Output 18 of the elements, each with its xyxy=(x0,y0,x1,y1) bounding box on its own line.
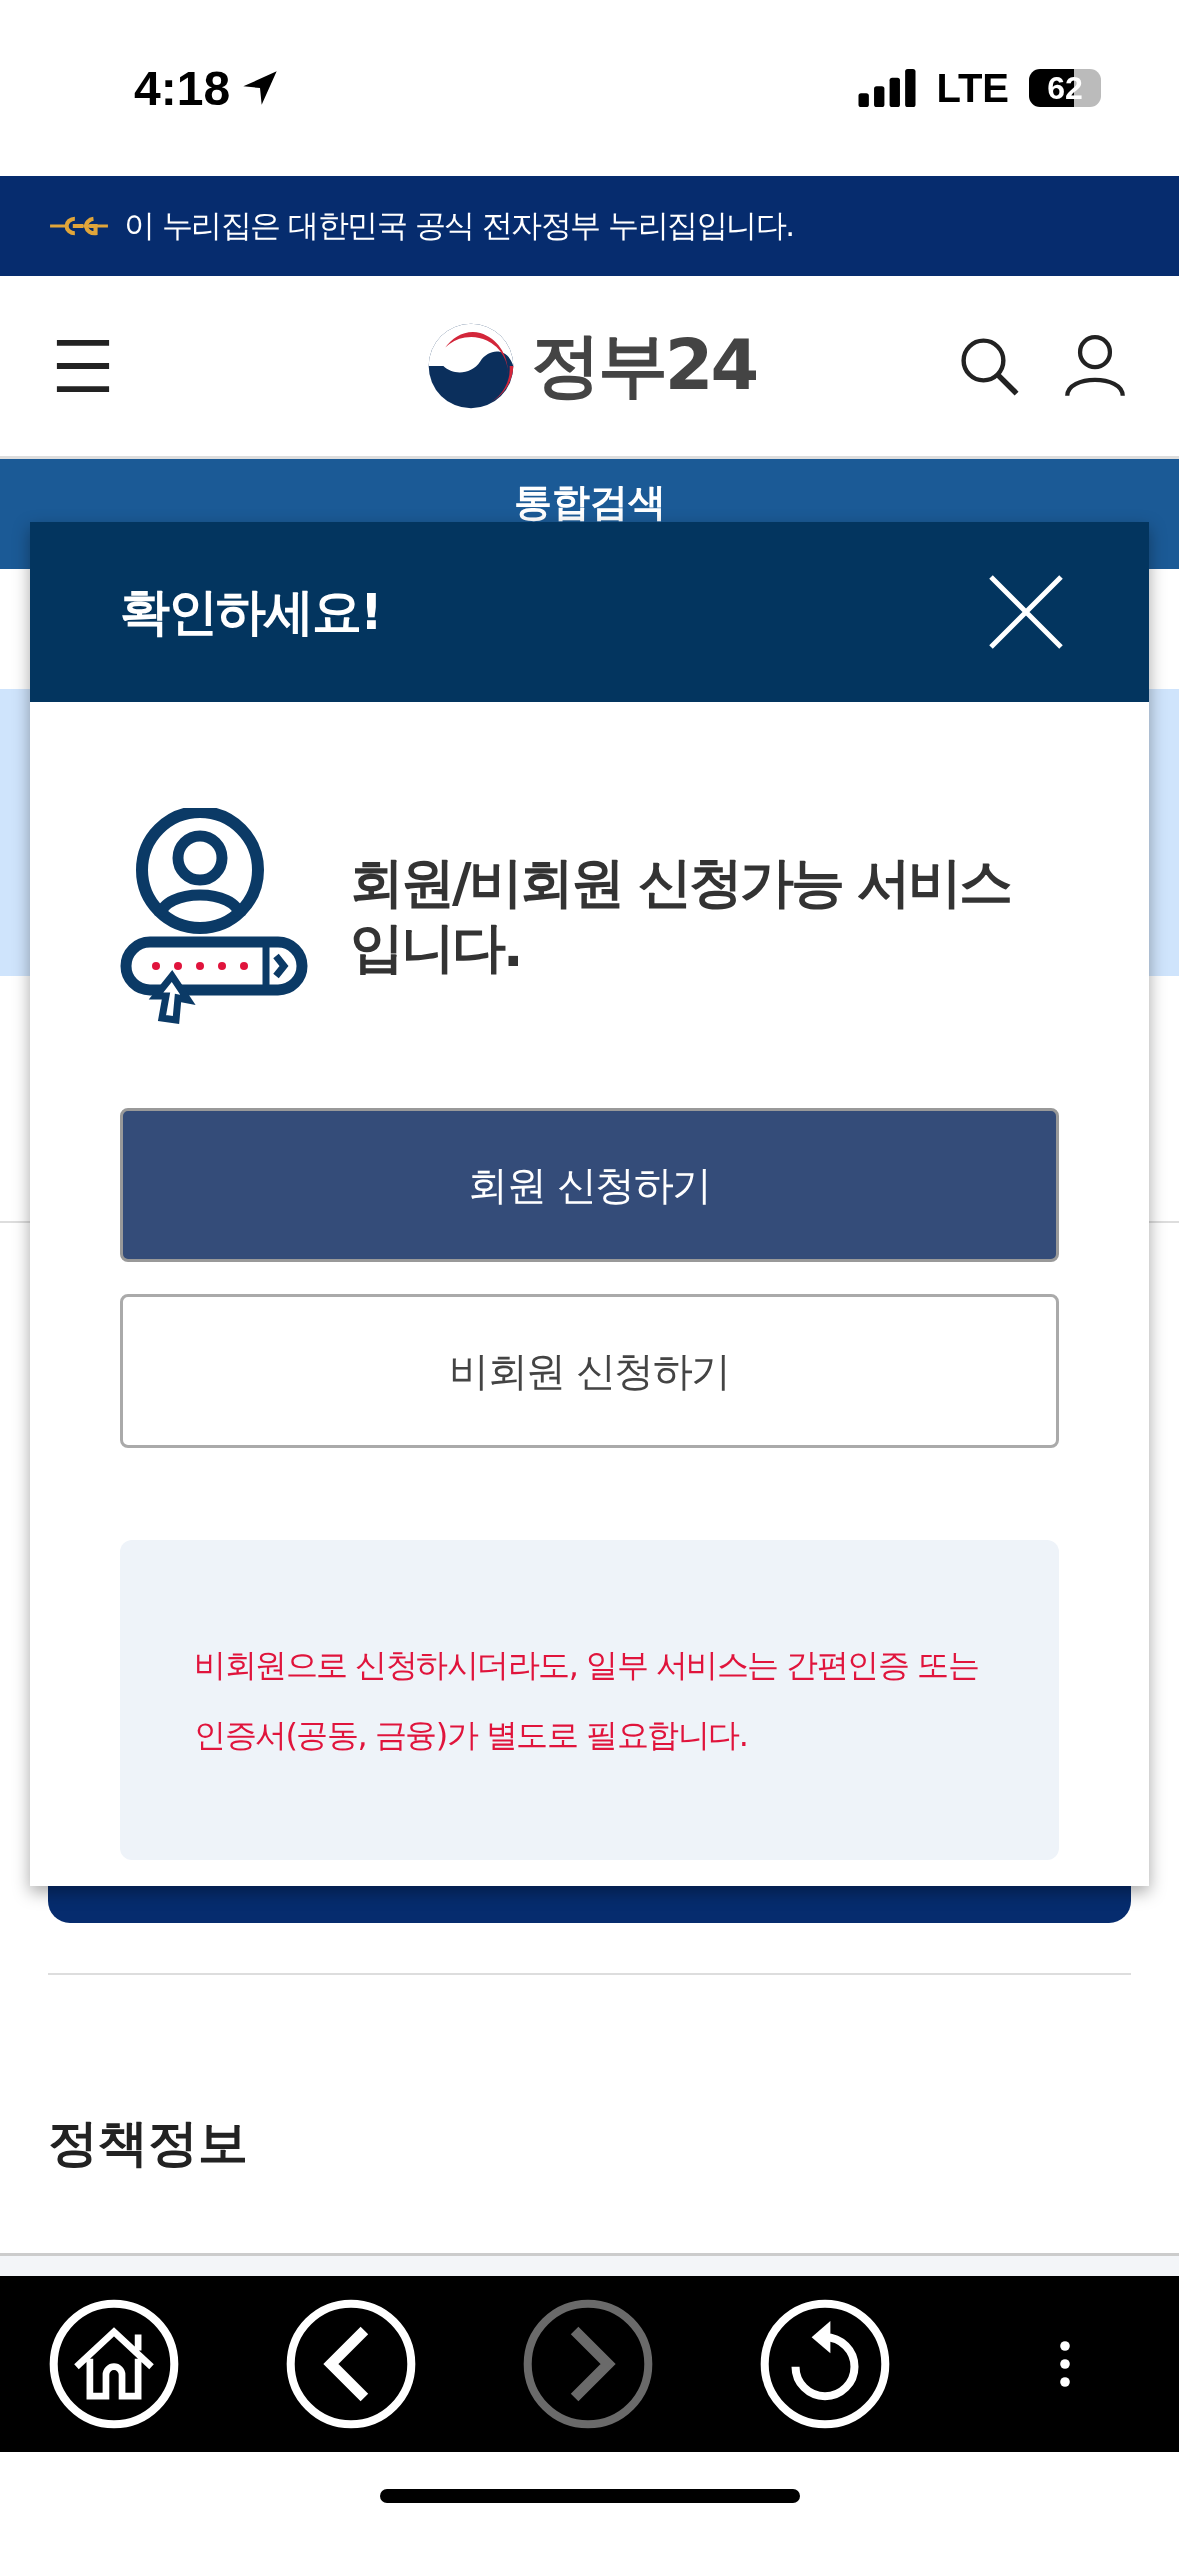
network-label: LTE xyxy=(936,65,1009,111)
logo[interactable]: 정부24 xyxy=(424,319,757,413)
user-login-icon xyxy=(120,808,310,1024)
back-icon[interactable] xyxy=(284,2297,418,2431)
dialog-title: 확인하세요! xyxy=(120,581,381,643)
dialog-message: 회원/비회원 신청가능 서비스 입니다. xyxy=(350,851,1012,981)
notice-text: 비회원으로 신청하시더라도, 일부 서비스는 간편인증 또는 인증서(공동, 금융)가 별도로 필요합니다. xyxy=(194,1645,980,1756)
signal-icon xyxy=(858,69,917,107)
section-title: 정책정보 xyxy=(48,2113,249,2174)
page-title: 통합검색 xyxy=(513,479,666,526)
guest-apply-button[interactable]: 비회원 신청하기 xyxy=(120,1294,1059,1448)
reload-icon[interactable] xyxy=(758,2297,892,2431)
close-icon[interactable] xyxy=(989,575,1063,649)
home-icon[interactable] xyxy=(47,2297,181,2431)
user-icon[interactable] xyxy=(1063,334,1127,398)
banner-text: 이 누리집은 대한민국 공식 전자정부 누리집입니다. xyxy=(124,206,794,245)
clock-time: 4:18 xyxy=(134,60,231,116)
member-apply-button[interactable]: 회원 신청하기 xyxy=(120,1108,1059,1262)
